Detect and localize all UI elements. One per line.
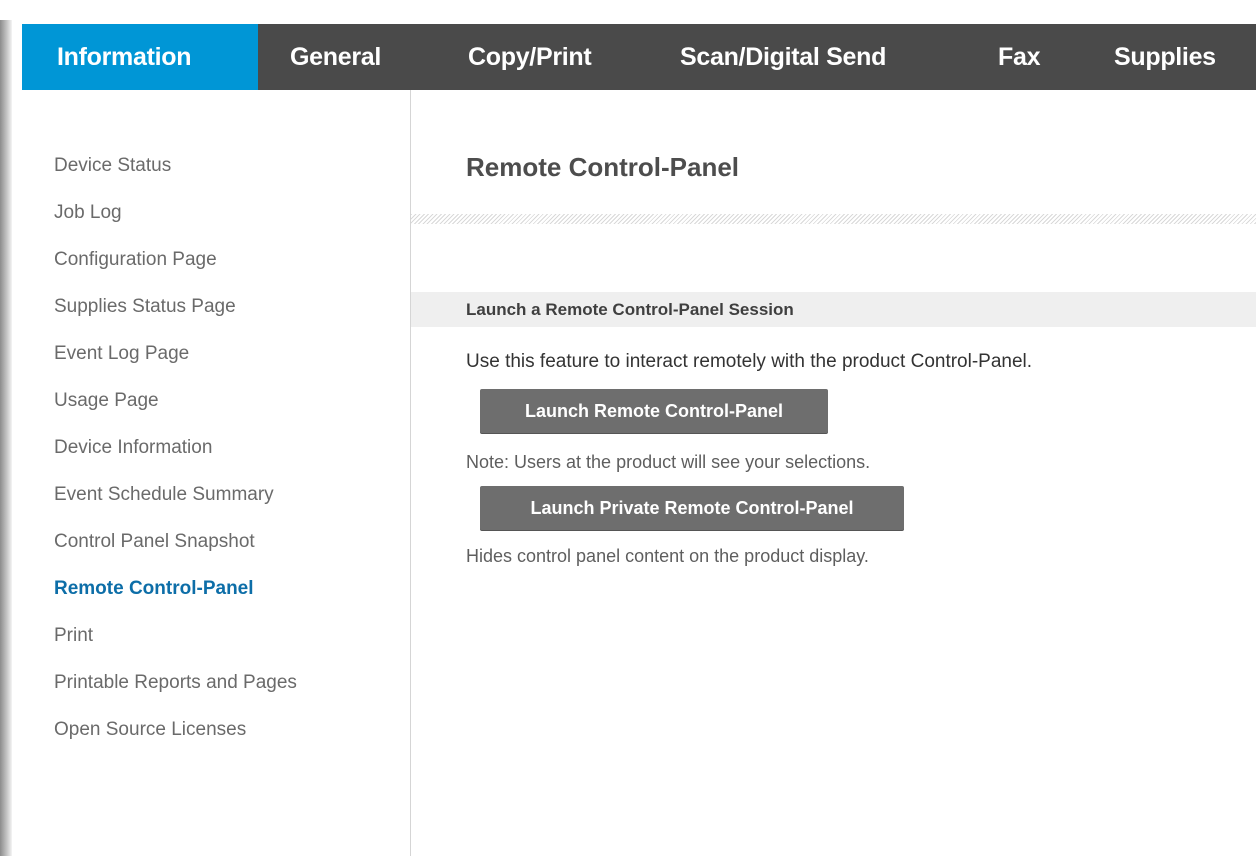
sidebar-item-event-log-page[interactable]: Event Log Page [54, 343, 189, 365]
tab-scan-digital-send[interactable]: Scan/Digital Send [670, 24, 988, 90]
tab-supplies[interactable]: Supplies [1104, 24, 1256, 90]
browser-frame: Information General Copy/Print Scan/Digi… [0, 0, 1256, 856]
sidebar-item-usage-page[interactable]: Usage Page [54, 390, 159, 412]
sidebar-item-control-panel-snapshot[interactable]: Control Panel Snapshot [54, 531, 255, 553]
main-content: Remote Control-Panel Launch a Remote Con… [411, 90, 1256, 856]
launch-remote-control-panel-button[interactable]: Launch Remote Control-Panel [480, 389, 828, 433]
sidebar-item-event-schedule-summary[interactable]: Event Schedule Summary [54, 484, 274, 506]
sidebar-item-open-source-licenses[interactable]: Open Source Licenses [54, 719, 246, 741]
feature-description: Use this feature to interact remotely wi… [466, 351, 1033, 372]
tab-information[interactable]: Information [22, 24, 258, 90]
sidebar-item-device-status[interactable]: Device Status [54, 155, 171, 177]
page-title: Remote Control-Panel [466, 152, 740, 182]
tab-general[interactable]: General [258, 24, 458, 90]
sidebar-item-job-log[interactable]: Job Log [54, 202, 122, 224]
top-navigation: Information General Copy/Print Scan/Digi… [22, 24, 1256, 90]
launch-private-remote-control-panel-button[interactable]: Launch Private Remote Control-Panel [480, 486, 904, 530]
sidebar-item-configuration-page[interactable]: Configuration Page [54, 249, 217, 271]
launch-note: Note: Users at the product will see your… [466, 452, 871, 472]
section-header: Launch a Remote Control-Panel Session [411, 292, 1256, 327]
tab-copy-print[interactable]: Copy/Print [458, 24, 670, 90]
tab-fax[interactable]: Fax [988, 24, 1104, 90]
title-divider [411, 214, 1256, 224]
sidebar-item-remote-control-panel[interactable]: Remote Control-Panel [54, 578, 254, 600]
sidebar-item-device-information[interactable]: Device Information [54, 437, 212, 459]
sidebar-item-print[interactable]: Print [54, 625, 93, 647]
sidebar-item-supplies-status-page[interactable]: Supplies Status Page [54, 296, 236, 318]
section-header-label: Launch a Remote Control-Panel Session [466, 300, 794, 319]
sidebar: Device Status Job Log Configuration Page… [22, 90, 411, 856]
private-note: Hides control panel content on the produ… [466, 546, 869, 566]
sidebar-item-printable-reports-and-pages[interactable]: Printable Reports and Pages [54, 672, 297, 694]
